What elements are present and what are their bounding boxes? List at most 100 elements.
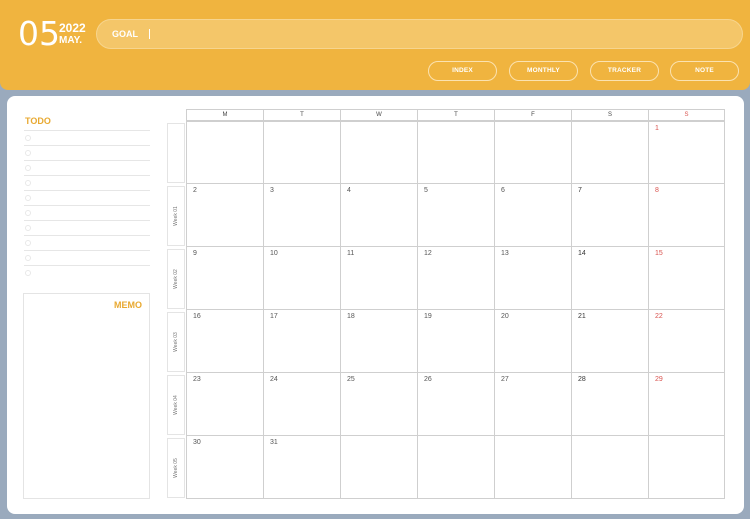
day-number: 26 xyxy=(424,376,432,383)
day-number: 29 xyxy=(655,376,663,383)
calendar-day-cell[interactable]: 7 xyxy=(571,184,648,247)
calendar-day-cell[interactable]: 22 xyxy=(648,310,725,373)
calendar-day-cell[interactable] xyxy=(263,121,340,184)
nav-monthly-button[interactable]: MONTHLY xyxy=(509,61,578,81)
day-number: 15 xyxy=(655,250,663,257)
calendar-day-cell[interactable]: 1 xyxy=(648,121,725,184)
calendar-day-cell[interactable] xyxy=(417,436,494,499)
calendar-day-cell[interactable]: 6 xyxy=(494,184,571,247)
day-number: 28 xyxy=(578,376,586,383)
todo-checkbox[interactable] xyxy=(25,135,31,141)
calendar-day-cell[interactable]: 26 xyxy=(417,373,494,436)
todo-checkbox[interactable] xyxy=(25,270,31,276)
todo-checkbox[interactable] xyxy=(25,240,31,246)
day-number: 9 xyxy=(193,250,197,257)
calendar-day-cell[interactable]: 8 xyxy=(648,184,725,247)
calendar-day-cell[interactable] xyxy=(648,436,725,499)
todo-checkbox[interactable] xyxy=(25,165,31,171)
calendar-day-cell[interactable]: 10 xyxy=(263,247,340,310)
calendar-day-cell[interactable]: 19 xyxy=(417,310,494,373)
nav-note-button[interactable]: NOTE xyxy=(670,61,739,81)
day-number: 19 xyxy=(424,313,432,320)
memo-title: MEMO xyxy=(114,300,142,310)
nav-index-button[interactable]: INDEX xyxy=(428,61,497,81)
calendar-day-cell[interactable] xyxy=(494,121,571,184)
calendar-day-cell[interactable]: 12 xyxy=(417,247,494,310)
day-number: 30 xyxy=(193,439,201,446)
day-number: 27 xyxy=(501,376,509,383)
calendar-day-cell[interactable]: 24 xyxy=(263,373,340,436)
calendar-day-cell[interactable]: 31 xyxy=(263,436,340,499)
day-number: 4 xyxy=(347,187,351,194)
goal-input[interactable]: GOAL xyxy=(96,19,743,49)
calendar-day-cell[interactable]: 20 xyxy=(494,310,571,373)
calendar-day-cell[interactable]: 5 xyxy=(417,184,494,247)
calendar-day-cell[interactable]: 4 xyxy=(340,184,417,247)
week-label: Week 02 xyxy=(173,269,179,289)
calendar-day-cell[interactable]: 9 xyxy=(186,247,263,310)
calendar-day-cell[interactable] xyxy=(571,436,648,499)
calendar-day-cell[interactable] xyxy=(186,121,263,184)
calendar-day-cell[interactable]: 16 xyxy=(186,310,263,373)
todo-checkbox[interactable] xyxy=(25,225,31,231)
day-number: 5 xyxy=(424,187,428,194)
day-number: 1 xyxy=(655,125,659,132)
day-number: 21 xyxy=(578,313,586,320)
calendar-day-cell[interactable] xyxy=(340,121,417,184)
calendar-day-cell[interactable]: 25 xyxy=(340,373,417,436)
day-number: 14 xyxy=(578,250,586,257)
header-bar: 05 2022 MAY. GOAL INDEX MONTHLY TRACKER … xyxy=(0,0,750,90)
calendar-day-cell[interactable]: 2 xyxy=(186,184,263,247)
week-label-cell: Week 01 xyxy=(167,186,185,246)
todo-row-line xyxy=(24,220,150,221)
nav-tracker-button[interactable]: TRACKER xyxy=(590,61,659,81)
calendar-day-cell[interactable]: 13 xyxy=(494,247,571,310)
todo-row-line xyxy=(24,160,150,161)
week-label-cell: Week 05 xyxy=(167,438,185,498)
calendar-day-cell[interactable]: 28 xyxy=(571,373,648,436)
calendar-day-cell[interactable]: 30 xyxy=(186,436,263,499)
todo-checkbox[interactable] xyxy=(25,180,31,186)
calendar-day-cell[interactable]: 21 xyxy=(571,310,648,373)
day-number: 6 xyxy=(501,187,505,194)
week-label: Week 04 xyxy=(173,395,179,415)
calendar-day-cell[interactable] xyxy=(417,121,494,184)
memo-box[interactable]: MEMO xyxy=(23,293,150,499)
todo-row-line xyxy=(24,175,150,176)
year-month-label: 2022 MAY. xyxy=(59,22,86,47)
todo-title: TODO xyxy=(25,116,51,126)
day-number: 18 xyxy=(347,313,355,320)
month-abbr-text: MAY. xyxy=(59,35,82,46)
calendar-day-cell[interactable] xyxy=(340,436,417,499)
day-number: 22 xyxy=(655,313,663,320)
todo-checkbox[interactable] xyxy=(25,210,31,216)
calendar-day-cell[interactable]: 23 xyxy=(186,373,263,436)
calendar-day-cell[interactable]: 18 xyxy=(340,310,417,373)
day-number: 16 xyxy=(193,313,201,320)
todo-row-line xyxy=(24,205,150,206)
calendar-day-cell[interactable]: 14 xyxy=(571,247,648,310)
todo-row-line xyxy=(24,145,150,146)
day-header: W xyxy=(340,109,417,121)
calendar-day-cell[interactable]: 15 xyxy=(648,247,725,310)
day-number: 24 xyxy=(270,376,278,383)
day-header: T xyxy=(417,109,494,121)
todo-checkbox[interactable] xyxy=(25,255,31,261)
calendar-day-cell[interactable] xyxy=(571,121,648,184)
text-cursor xyxy=(149,29,150,39)
todo-checkbox[interactable] xyxy=(25,195,31,201)
month-number: 05 xyxy=(18,14,60,53)
calendar-day-cell[interactable]: 29 xyxy=(648,373,725,436)
day-header: T xyxy=(263,109,340,121)
calendar-day-cell[interactable]: 17 xyxy=(263,310,340,373)
week-label-cell: Week 02 xyxy=(167,249,185,309)
calendar-day-cell[interactable] xyxy=(494,436,571,499)
calendar-day-cell[interactable]: 27 xyxy=(494,373,571,436)
day-number: 3 xyxy=(270,187,274,194)
calendar-day-cell[interactable]: 3 xyxy=(263,184,340,247)
todo-checkbox[interactable] xyxy=(25,150,31,156)
week-label-cell xyxy=(167,123,185,183)
day-number: 13 xyxy=(501,250,509,257)
day-number: 17 xyxy=(270,313,278,320)
calendar-day-cell[interactable]: 11 xyxy=(340,247,417,310)
